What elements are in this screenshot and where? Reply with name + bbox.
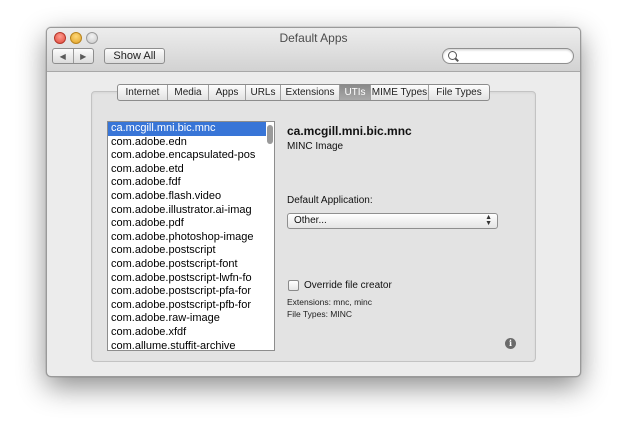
file-types-info: File Types: MINC — [287, 309, 353, 319]
list-item[interactable]: com.adobe.illustrator.ai-imag — [108, 204, 266, 218]
tab-urls[interactable]: URLs — [246, 85, 281, 100]
default-application-label: Default Application: — [287, 195, 373, 206]
tab-extensions[interactable]: Extensions — [281, 85, 340, 100]
override-file-creator-label[interactable]: Override file creator — [304, 280, 392, 291]
list-item[interactable]: com.adobe.flash.video — [108, 190, 266, 204]
selected-uti-description: MINC Image — [287, 141, 344, 152]
list-item[interactable]: com.adobe.encapsulated-pos — [108, 149, 266, 163]
tab-bar: Internet Media Apps URLs Extensions UTIs MIME … — [117, 84, 490, 101]
extensions-info: Extensions: mnc, minc — [287, 297, 373, 307]
default-application-popup[interactable]: Other... ▲ ▼ — [287, 213, 498, 229]
list-item[interactable]: com.adobe.postscript-pfa-for — [108, 285, 266, 299]
list-item[interactable]: com.adobe.raw-image — [108, 312, 266, 326]
tab-internet[interactable]: Internet — [118, 85, 168, 100]
info-icon[interactable]: i — [505, 338, 516, 349]
tab-file-types[interactable]: File Types — [429, 85, 489, 100]
list-item[interactable]: com.adobe.postscript-font — [108, 258, 266, 272]
uti-list[interactable]: ca.mcgill.mni.bic.mnc com.adobe.edn com.ad… — [107, 121, 275, 351]
list-item[interactable]: com.adobe.photoshop-image — [108, 231, 266, 245]
forward-arrow-icon[interactable]: ▶ — [74, 49, 94, 63]
override-file-creator-checkbox[interactable] — [288, 280, 299, 291]
list-item[interactable]: com.adobe.postscript-lwfn-fo — [108, 272, 266, 286]
selected-uti-name: ca.mcgill.mni.bic.mnc — [287, 124, 412, 138]
window-title: Default Apps — [279, 31, 348, 45]
title-bar: Default Apps ◀ ▶ Show All — [47, 28, 580, 72]
tab-media[interactable]: Media — [168, 85, 209, 100]
list-item[interactable]: com.adobe.fdf — [108, 176, 266, 190]
search-icon — [448, 51, 457, 60]
list-item[interactable]: com.allume.stuffit-archive — [108, 340, 266, 351]
list-item[interactable]: com.adobe.xfdf — [108, 326, 266, 340]
list-item[interactable]: com.adobe.postscript-pfb-for — [108, 299, 266, 313]
tab-apps[interactable]: Apps — [209, 85, 246, 100]
list-item[interactable]: com.adobe.postscript — [108, 244, 266, 258]
back-forward-control: ◀ ▶ — [52, 48, 94, 64]
default-apps-window: Default Apps ◀ ▶ Show All Internet Media A… — [46, 27, 581, 377]
default-application-value: Other... — [294, 215, 327, 226]
tab-mime-types[interactable]: MIME Types — [371, 85, 429, 100]
list-scrollbar-thumb[interactable] — [267, 125, 273, 144]
tab-utis[interactable]: UTIs — [340, 85, 371, 100]
list-item[interactable]: com.adobe.pdf — [108, 217, 266, 231]
list-item[interactable]: com.adobe.etd — [108, 163, 266, 177]
list-item[interactable]: ca.mcgill.mni.bic.mnc — [108, 122, 266, 136]
show-all-button[interactable]: Show All — [104, 48, 165, 64]
search-field[interactable] — [442, 48, 574, 64]
back-arrow-icon[interactable]: ◀ — [53, 49, 74, 63]
list-item[interactable]: com.adobe.edn — [108, 136, 266, 150]
popup-arrows-icon: ▲ ▼ — [485, 214, 492, 227]
search-input[interactable] — [460, 50, 568, 62]
